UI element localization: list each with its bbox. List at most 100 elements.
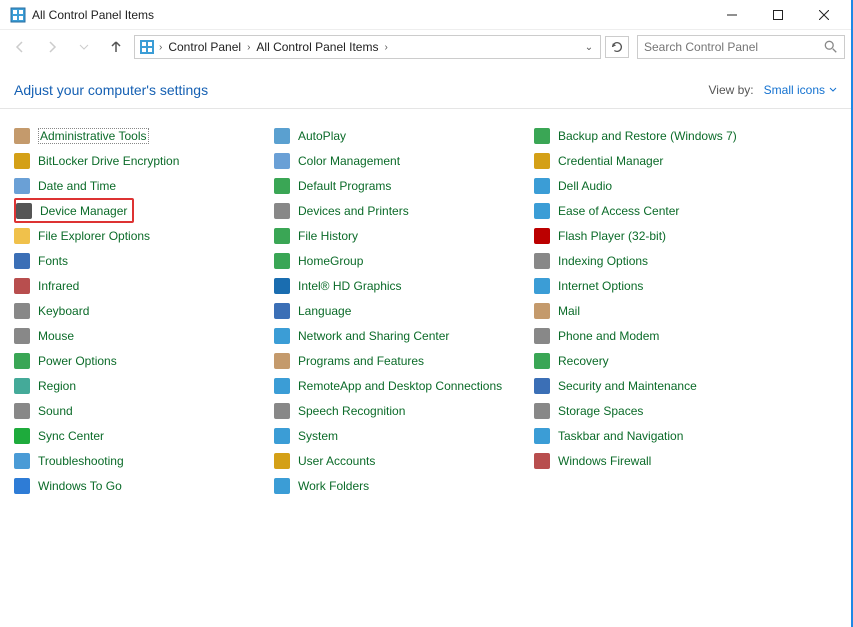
view-by-dropdown[interactable]: Small icons bbox=[764, 83, 837, 97]
control-panel-item[interactable]: Flash Player (32-bit) bbox=[534, 223, 764, 248]
control-panel-item[interactable]: Keyboard bbox=[14, 298, 244, 323]
control-panel-item[interactable]: Mouse bbox=[14, 323, 244, 348]
control-panel-item[interactable]: Backup and Restore (Windows 7) bbox=[534, 123, 764, 148]
control-panel-item[interactable]: Windows To Go bbox=[14, 473, 244, 498]
control-panel-item[interactable]: RemoteApp and Desktop Connections bbox=[274, 373, 504, 398]
control-panel-item[interactable]: Troubleshooting bbox=[14, 448, 244, 473]
control-panel-icon bbox=[10, 7, 26, 23]
control-panel-item[interactable]: Device Manager bbox=[14, 198, 134, 223]
up-button[interactable] bbox=[102, 33, 130, 61]
control-panel-item[interactable]: Date and Time bbox=[14, 173, 244, 198]
address-bar[interactable]: › Control Panel › All Control Panel Item… bbox=[134, 35, 601, 59]
control-panel-item-label: Credential Manager bbox=[558, 154, 663, 168]
control-panel-item-label: Flash Player (32-bit) bbox=[558, 229, 666, 243]
chevron-right-icon[interactable]: › bbox=[157, 42, 164, 53]
control-panel-item[interactable]: Windows Firewall bbox=[534, 448, 764, 473]
control-panel-item-label: Default Programs bbox=[298, 179, 391, 193]
control-panel-item[interactable]: Sound bbox=[14, 398, 244, 423]
minimize-button[interactable] bbox=[709, 0, 755, 30]
forward-button[interactable] bbox=[38, 33, 66, 61]
control-panel-item[interactable]: User Accounts bbox=[274, 448, 504, 473]
control-panel-item[interactable]: Administrative Tools bbox=[14, 123, 244, 148]
storage-icon bbox=[534, 403, 550, 419]
security-icon bbox=[534, 378, 550, 394]
control-panel-item[interactable]: Devices and Printers bbox=[274, 198, 504, 223]
control-panel-item[interactable]: System bbox=[274, 423, 504, 448]
troubleshoot-icon bbox=[14, 453, 30, 469]
control-panel-item-label: Sound bbox=[38, 404, 73, 418]
system-icon bbox=[274, 428, 290, 444]
maximize-button[interactable] bbox=[755, 0, 801, 30]
folder-options-icon bbox=[14, 228, 30, 244]
dell-audio-icon bbox=[534, 178, 550, 194]
control-panel-item-label: Security and Maintenance bbox=[558, 379, 697, 393]
control-panel-item-label: Region bbox=[38, 379, 76, 393]
control-panel-item-label: Mouse bbox=[38, 329, 74, 343]
search-icon[interactable] bbox=[824, 40, 838, 54]
title-bar: All Control Panel Items bbox=[0, 0, 851, 30]
refresh-button[interactable] bbox=[605, 36, 629, 58]
search-box[interactable] bbox=[637, 35, 845, 59]
control-panel-item[interactable]: Network and Sharing Center bbox=[274, 323, 504, 348]
close-button[interactable] bbox=[801, 0, 847, 30]
control-panel-item[interactable]: File Explorer Options bbox=[14, 223, 244, 248]
control-panel-item[interactable]: Power Options bbox=[14, 348, 244, 373]
control-panel-item[interactable]: Work Folders bbox=[274, 473, 504, 498]
breadcrumb-current[interactable]: All Control Panel Items bbox=[254, 40, 380, 54]
control-panel-item-label: RemoteApp and Desktop Connections bbox=[298, 379, 502, 393]
control-panel-item[interactable]: Sync Center bbox=[14, 423, 244, 448]
language-icon bbox=[274, 303, 290, 319]
control-panel-item-label: Infrared bbox=[38, 279, 79, 293]
search-input[interactable] bbox=[644, 40, 824, 54]
control-panel-item[interactable]: Phone and Modem bbox=[534, 323, 764, 348]
control-panel-item-label: Storage Spaces bbox=[558, 404, 643, 418]
control-panel-item[interactable]: Storage Spaces bbox=[534, 398, 764, 423]
control-panel-item[interactable]: Speech Recognition bbox=[274, 398, 504, 423]
chevron-right-icon[interactable]: › bbox=[245, 42, 252, 53]
control-panel-icon bbox=[139, 39, 155, 55]
homegroup-icon bbox=[274, 253, 290, 269]
control-panel-item[interactable]: Internet Options bbox=[534, 273, 764, 298]
control-panel-item[interactable]: AutoPlay bbox=[274, 123, 504, 148]
control-panel-item[interactable]: Credential Manager bbox=[534, 148, 764, 173]
control-panel-item[interactable]: BitLocker Drive Encryption bbox=[14, 148, 244, 173]
sync-icon bbox=[14, 428, 30, 444]
control-panel-item[interactable]: Default Programs bbox=[274, 173, 504, 198]
chevron-down-icon bbox=[829, 86, 837, 94]
ease-access-icon bbox=[534, 203, 550, 219]
control-panel-item[interactable]: Dell Audio bbox=[534, 173, 764, 198]
control-panel-item[interactable]: Fonts bbox=[14, 248, 244, 273]
control-panel-item[interactable]: Taskbar and Navigation bbox=[534, 423, 764, 448]
recent-locations-button[interactable] bbox=[70, 33, 98, 61]
control-panel-item[interactable]: Language bbox=[274, 298, 504, 323]
internet-icon bbox=[534, 278, 550, 294]
control-panel-item[interactable]: Color Management bbox=[274, 148, 504, 173]
address-dropdown-button[interactable]: ⌄ bbox=[582, 42, 596, 53]
firewall-icon bbox=[534, 453, 550, 469]
control-panel-item-label: Sync Center bbox=[38, 429, 104, 443]
control-panel-item[interactable]: Security and Maintenance bbox=[534, 373, 764, 398]
control-panel-item[interactable]: Indexing Options bbox=[534, 248, 764, 273]
control-panel-item[interactable]: Recovery bbox=[534, 348, 764, 373]
breadcrumb-root[interactable]: Control Panel bbox=[166, 40, 243, 54]
control-panel-item-label: Phone and Modem bbox=[558, 329, 659, 343]
control-panel-item[interactable]: Infrared bbox=[14, 273, 244, 298]
control-panel-item-label: BitLocker Drive Encryption bbox=[38, 154, 179, 168]
control-panel-item[interactable]: File History bbox=[274, 223, 504, 248]
control-panel-item-label: AutoPlay bbox=[298, 129, 346, 143]
users-icon bbox=[274, 453, 290, 469]
control-panel-item-label: Language bbox=[298, 304, 351, 318]
control-panel-item[interactable]: Intel® HD Graphics bbox=[274, 273, 504, 298]
file-history-icon bbox=[274, 228, 290, 244]
control-panel-item-label: File Explorer Options bbox=[38, 229, 150, 243]
control-panel-item[interactable]: Programs and Features bbox=[274, 348, 504, 373]
control-panel-item[interactable]: HomeGroup bbox=[274, 248, 504, 273]
control-panel-item[interactable]: Mail bbox=[534, 298, 764, 323]
control-panel-item-label: Network and Sharing Center bbox=[298, 329, 449, 343]
chevron-right-icon[interactable]: › bbox=[382, 42, 389, 53]
control-panel-item[interactable]: Region bbox=[14, 373, 244, 398]
control-panel-item[interactable]: Ease of Access Center bbox=[534, 198, 764, 223]
network-icon bbox=[274, 328, 290, 344]
control-panel-item-label: Date and Time bbox=[38, 179, 116, 193]
back-button[interactable] bbox=[6, 33, 34, 61]
